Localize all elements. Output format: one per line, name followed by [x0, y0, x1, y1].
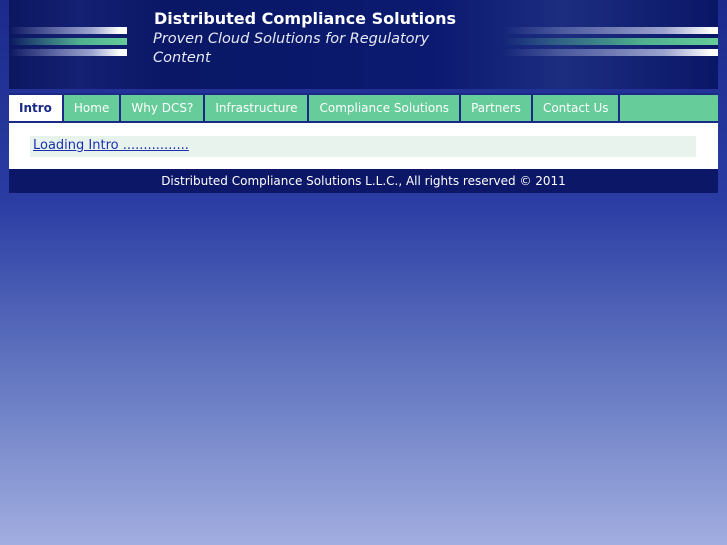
tab-partners[interactable]: Partners — [461, 95, 533, 121]
loading-box: Loading Intro ................ — [30, 136, 696, 157]
tab-home[interactable]: Home — [64, 95, 122, 121]
loading-intro-link[interactable]: Loading Intro ................ — [33, 138, 189, 153]
tab-compliance-solutions[interactable]: Compliance Solutions — [309, 95, 462, 121]
content-panel: Loading Intro ................ — [9, 123, 718, 169]
site-tagline: Proven Cloud Solutions for Regulatory Co… — [153, 31, 430, 66]
site-title: Distributed Compliance Solutions — [154, 9, 457, 28]
page-frame: Distributed Compliance Solutions Proven … — [9, 0, 718, 193]
site-footer: Distributed Compliance Solutions L.L.C.,… — [9, 169, 718, 193]
tab-why-dcs[interactable]: Why DCS? — [121, 95, 206, 121]
main-nav: Intro Home Why DCS? Infrastructure Compl… — [9, 93, 718, 123]
tab-infrastructure[interactable]: Infrastructure — [205, 95, 310, 121]
copyright-text: Distributed Compliance Solutions L.L.C.,… — [161, 174, 566, 188]
site-header: Distributed Compliance Solutions Proven … — [9, 0, 718, 89]
tab-contact-us[interactable]: Contact Us — [533, 95, 621, 121]
tab-intro[interactable]: Intro — [9, 95, 64, 121]
